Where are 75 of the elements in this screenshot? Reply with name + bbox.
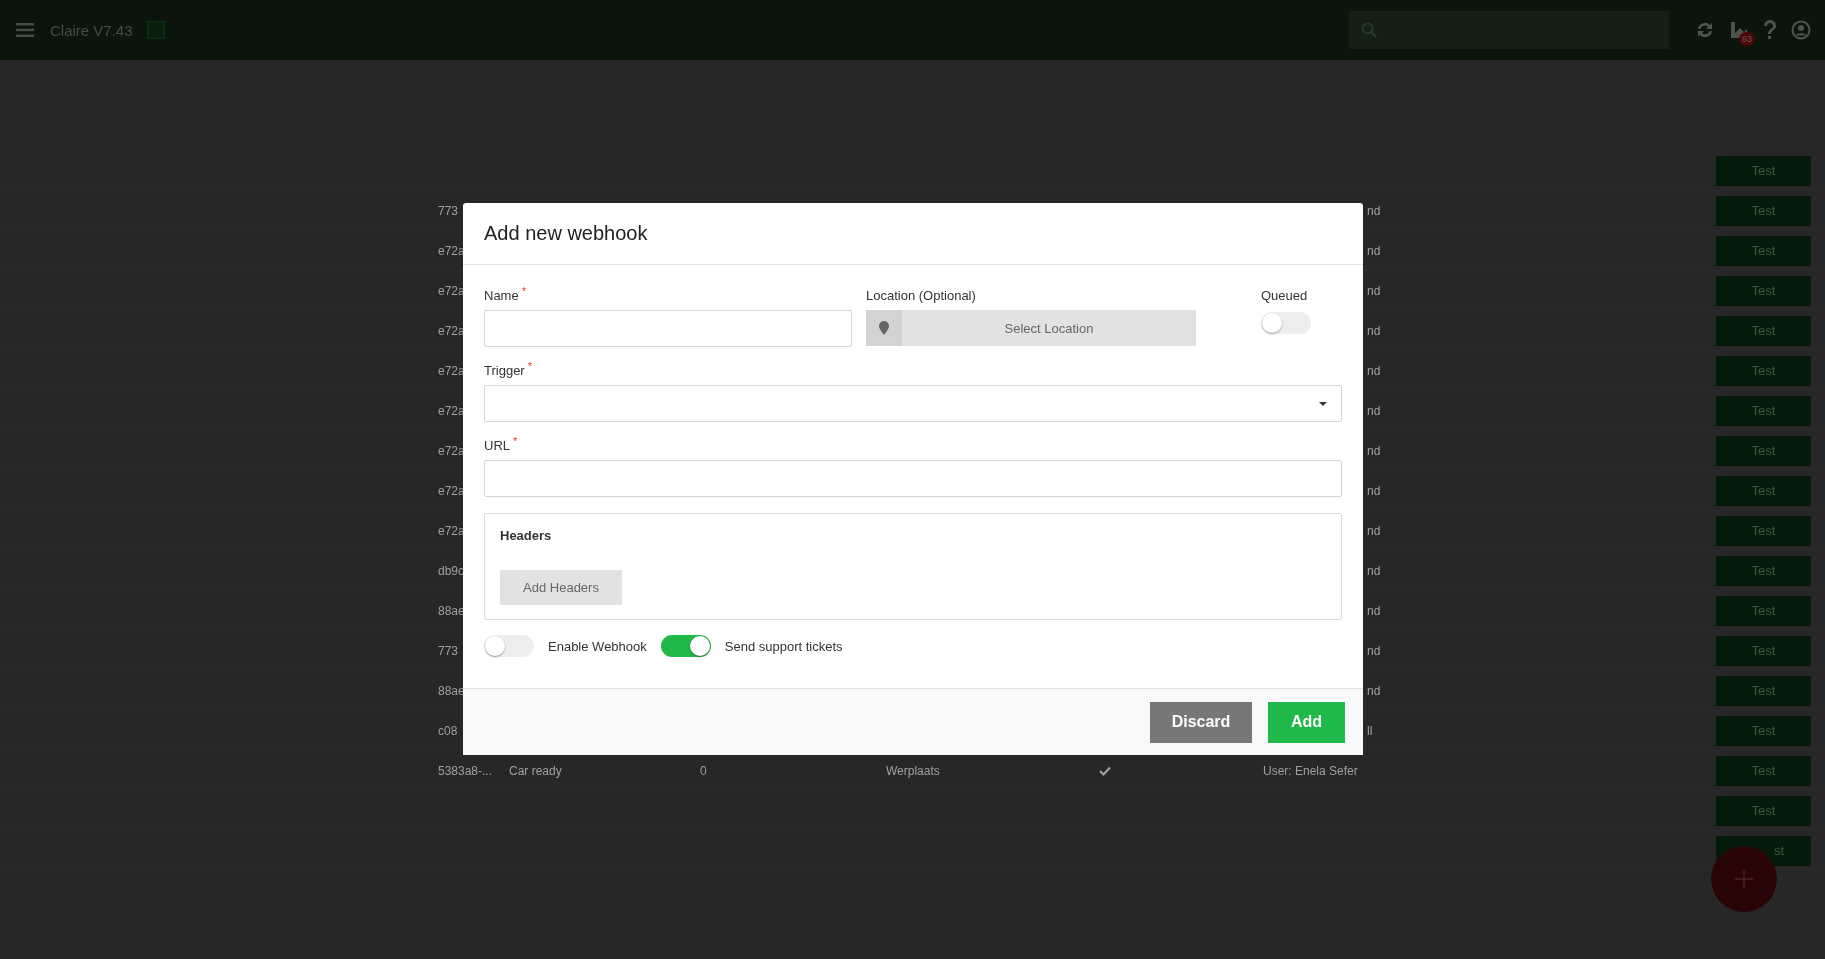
search-icon [1361,22,1377,38]
dialog-title: Add new webhook [484,222,648,245]
test-button[interactable]: Test [1716,155,1811,186]
switch-toggle[interactable] [484,635,534,657]
test-button[interactable]: Test [1716,275,1811,306]
field-label: Location (Optional) [866,288,976,303]
test-button[interactable]: Test [1716,195,1811,226]
field-label: Queued [1261,288,1308,303]
add-headers-button[interactable]: Add Headers [500,570,622,605]
test-button[interactable]: Test [1716,795,1811,826]
search-field[interactable] [1349,11,1669,49]
table-cell: nd [1367,683,1381,698]
table-cell: 88ae [438,683,465,698]
table-cell: 773 [438,643,459,658]
test-button[interactable]: Test [1716,635,1811,666]
user-icon[interactable] [1791,20,1811,40]
test-button[interactable]: Test [1716,435,1811,466]
add-button[interactable]: Add [1268,701,1345,743]
table-cell: ll [1367,723,1373,738]
toggle-label: Enable Webhook [548,638,647,654]
table-cell: nd [1367,363,1381,378]
table-cell: nd [1367,563,1381,578]
test-button[interactable]: Test [1716,715,1811,746]
table-cell: nd [1367,443,1381,458]
test-button[interactable]: Test [1716,475,1811,506]
help-icon[interactable] [1763,20,1777,40]
table-cell: nd [1367,523,1381,538]
test-button[interactable]: Test [1716,355,1811,386]
discard-button[interactable]: Discard [1150,701,1252,743]
plus-icon [1735,870,1753,888]
refresh-icon[interactable] [1695,20,1715,40]
table-cell: nd [1367,323,1381,338]
name-field[interactable] [484,310,852,347]
table-cell: 88ae [438,603,465,618]
app-title: Claire V7.43 [50,21,133,39]
queued-toggle[interactable] [1261,312,1311,334]
caret-icon [1319,401,1327,406]
table-cell: nd [1367,403,1381,418]
test-button[interactable]: Test [1716,235,1811,266]
table-cell: nd [1367,483,1381,498]
toggle-label: Send support tickets [724,638,843,654]
table-cell: 5383a8-... [438,763,493,778]
table-cell: nd [1367,603,1381,618]
field-label: URL [484,438,510,453]
test-button[interactable]: Test [1716,595,1811,626]
table-cell: db9c [438,563,465,578]
table-cell: User: Enela Sefer [1263,763,1358,778]
table-cell: 773 [438,203,459,218]
table-cell: nd [1367,243,1381,258]
menu-icon[interactable] [16,23,34,37]
test-button[interactable]: Test [1716,515,1811,546]
test-button[interactable]: Test [1716,755,1811,786]
switch-toggle[interactable] [660,635,711,657]
field-label: Name [484,288,519,303]
table-cell: Werplaats [886,763,940,778]
panel-title: Headers [500,528,552,543]
field-label: Trigger [484,363,525,378]
test-button[interactable]: Test [1716,315,1811,346]
required-mark: * [527,360,532,372]
table-cell: 0 [700,763,707,778]
required-mark: * [513,435,518,447]
notification-badge: 93 [1739,32,1755,46]
location-pin-icon [879,321,889,335]
table-cell: nd [1367,643,1381,658]
table-cell: c08 [438,723,458,738]
table-cell: Car ready [509,763,562,778]
table-cell: nd [1367,203,1381,218]
table-cell: nd [1367,283,1381,298]
test-button[interactable]: Test [1716,395,1811,426]
trigger-select[interactable] [484,385,1342,422]
url-field[interactable] [484,460,1342,497]
test-button[interactable]: Test [1716,675,1811,706]
required-mark: * [521,285,526,297]
location-select[interactable]: Select Location [866,310,1196,346]
test-button[interactable]: Test [1716,555,1811,586]
